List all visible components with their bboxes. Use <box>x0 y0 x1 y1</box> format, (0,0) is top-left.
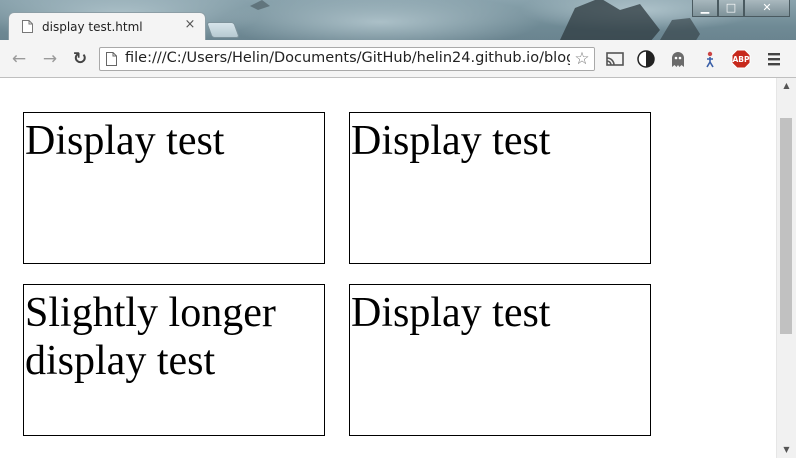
person-extension-icon[interactable] <box>700 49 720 69</box>
reload-icon[interactable]: ↻ <box>70 49 90 69</box>
tab-close-icon[interactable]: × <box>183 18 197 32</box>
tab-display-test[interactable]: display test.html × <box>8 12 206 41</box>
adblock-plus-icon[interactable]: ABP <box>731 49 751 69</box>
display-box-3: Slightly longer display test <box>23 284 325 436</box>
forward-arrow-icon[interactable]: → <box>40 49 60 69</box>
minimize-button[interactable]: ▁ <box>692 0 718 17</box>
page-icon <box>22 20 33 33</box>
display-box-1: Display test <box>23 112 325 264</box>
display-box-4: Display test <box>349 284 651 436</box>
maximize-button[interactable]: □ <box>718 0 744 17</box>
address-url[interactable]: file:///C:/Users/Helin/Documents/GitHub/… <box>125 50 581 66</box>
display-box-2: Display test <box>349 112 651 264</box>
browser-toolbar: ← → ↻ file:///C:/Users/Helin/Documents/G… <box>0 40 796 78</box>
scroll-down-arrow-icon[interactable]: ▼ <box>777 442 796 458</box>
bookmark-star-icon[interactable]: ☆ <box>570 48 594 70</box>
window-controls: ▁ □ ✕ <box>692 0 790 18</box>
new-tab-button[interactable] <box>206 22 240 38</box>
page-viewport: Display test Display test Slightly longe… <box>0 78 776 458</box>
abp-label: ABP <box>732 55 750 64</box>
high-contrast-icon[interactable] <box>636 49 656 69</box>
tab-title: display test.html <box>42 20 143 34</box>
scroll-up-arrow-icon[interactable]: ▲ <box>777 78 796 94</box>
menu-icon[interactable] <box>764 49 784 69</box>
back-arrow-icon[interactable]: ← <box>9 49 29 69</box>
address-bar[interactable]: file:///C:/Users/Helin/Documents/GitHub/… <box>99 47 595 71</box>
ghostery-icon[interactable] <box>668 49 688 69</box>
close-window-button[interactable]: ✕ <box>744 0 790 17</box>
scrollbar-thumb[interactable] <box>780 118 792 334</box>
cast-icon[interactable] <box>605 49 625 69</box>
file-icon <box>106 52 117 66</box>
vertical-scrollbar[interactable]: ▲ ▼ <box>776 78 796 458</box>
